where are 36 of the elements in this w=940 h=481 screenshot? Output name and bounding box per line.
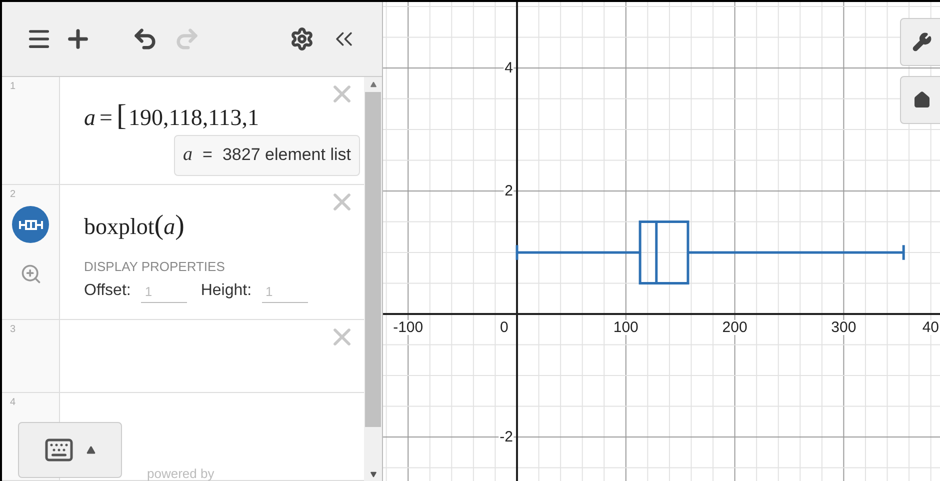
x-tick-label: 200 [721, 320, 748, 335]
expression-index: 2 [10, 188, 16, 202]
property-field[interactable]: 1 [262, 282, 308, 302]
x-tick-label: 300 [830, 320, 858, 335]
y-tick-label: 4 [504, 60, 514, 76]
home-icon [913, 91, 931, 109]
property-field[interactable]: 1 [140, 282, 187, 302]
y-tick-label: -2 [498, 430, 514, 444]
wrench-icon [912, 32, 932, 52]
boxplot-color-icon[interactable] [12, 206, 49, 243]
footer-text: powered by [147, 467, 214, 480]
settings-wrench-button[interactable] [900, 18, 940, 66]
x-tick-label: 100 [612, 320, 640, 335]
scroll-down-icon[interactable] [370, 471, 376, 478]
boxplot-expression[interactable]: boxplot(a) [84, 205, 364, 247]
section-heading: DISPLAY PROPERTIES [84, 258, 226, 276]
caret-icon [86, 445, 96, 455]
zoom-icon[interactable] [20, 263, 42, 285]
expression-index: 4 [10, 396, 16, 410]
y-tick-label: 2 [504, 184, 514, 198]
x-tick-label: -100 [392, 320, 424, 335]
keyboard-button[interactable] [18, 422, 122, 478]
field-label: Height: [200, 280, 252, 300]
settings-icon[interactable] [290, 27, 314, 51]
x-tick-label: 40 [921, 320, 940, 335]
x-tick-label: 0 [499, 320, 510, 335]
evaluation-note: a = 3827 element list [174, 135, 360, 176]
scroll-up-icon[interactable] [370, 81, 376, 88]
field-label: Offset: [84, 280, 131, 300]
expression-index: 3 [10, 323, 16, 337]
home-button[interactable] [900, 76, 940, 124]
undo-icon[interactable] [132, 26, 158, 52]
expression-index: 1 [10, 80, 16, 94]
list-expression[interactable]: a =[190,118,113,1 [84, 93, 364, 138]
scrollbar-thumb[interactable] [365, 92, 381, 427]
scrollbar[interactable] [364, 77, 382, 481]
